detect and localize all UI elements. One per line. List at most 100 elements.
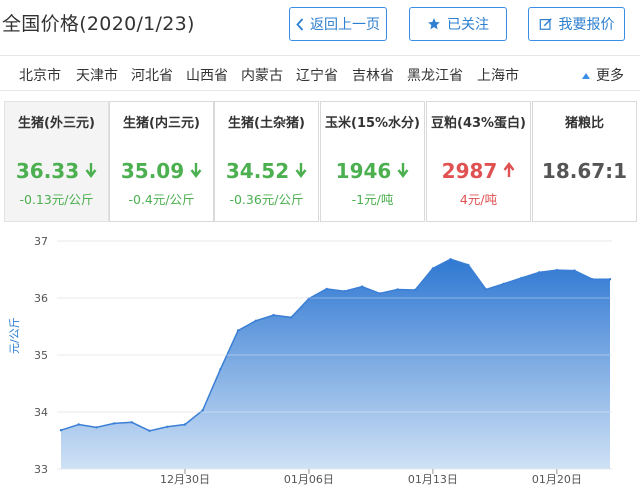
card-value: 35.09 bbox=[110, 159, 213, 183]
card-value: 2987 bbox=[427, 159, 530, 183]
data-point[interactable] bbox=[183, 423, 187, 426]
arrow-down-icon bbox=[85, 159, 97, 183]
region-item-heilongjiang[interactable]: 黑龙江省 bbox=[407, 65, 463, 85]
data-point[interactable] bbox=[520, 276, 523, 280]
edit-icon bbox=[539, 17, 553, 31]
region-item-beijing[interactable]: 北京市 bbox=[19, 65, 61, 85]
data-point[interactable] bbox=[290, 316, 293, 319]
follow-button[interactable]: 已关注 bbox=[409, 7, 507, 41]
arrow-down-icon bbox=[295, 159, 307, 183]
data-point[interactable] bbox=[449, 258, 452, 261]
data-point[interactable] bbox=[254, 319, 257, 322]
card-value-text: 35.09 bbox=[120, 159, 185, 183]
price-chart-svg: 33 34 35 36 37 12月30日 01月06日 01月13日 01月20日 bbox=[34, 235, 612, 486]
price-card-soybean-meal[interactable]: 豆粕(43%蛋白) 2987 4元/吨 bbox=[426, 101, 531, 222]
price-card-corn[interactable]: 玉米(15%水分) 1946 -1元/吨 bbox=[320, 101, 425, 222]
back-button[interactable]: 返回上一页 bbox=[289, 7, 387, 41]
price-card-pig-outer[interactable]: 生猪(外三元) 36.33 -0.13元/公斤 bbox=[4, 101, 109, 222]
data-point[interactable] bbox=[538, 271, 541, 274]
card-value: 34.52 bbox=[215, 159, 318, 183]
data-point[interactable] bbox=[112, 422, 116, 425]
card-value-text: 36.33 bbox=[15, 159, 80, 183]
price-card-pig-inner[interactable]: 生猪(内三元) 35.09 -0.4元/公斤 bbox=[109, 101, 214, 222]
card-name: 生猪(土杂猪) bbox=[228, 116, 305, 131]
y-tick-label: 36 bbox=[34, 292, 48, 305]
region-item-neimenggu[interactable]: 内蒙古 bbox=[241, 65, 283, 85]
data-point[interactable] bbox=[343, 290, 346, 293]
data-point[interactable] bbox=[467, 263, 470, 267]
x-tick-label: 01月20日 bbox=[532, 473, 582, 486]
data-point[interactable] bbox=[360, 285, 364, 288]
star-icon bbox=[427, 17, 441, 31]
data-point[interactable] bbox=[378, 292, 381, 295]
arrow-down-icon bbox=[190, 159, 202, 183]
data-point[interactable] bbox=[396, 288, 399, 291]
card-value-text: 2987 bbox=[441, 159, 498, 183]
price-card-pig-grain-ratio[interactable]: 猪粮比 18.67:1 bbox=[532, 101, 637, 222]
region-filter-bar: 北京市 天津市 河北省 山西省 内蒙古 辽宁省 吉林省 黑龙江省 上海市 更多 bbox=[0, 55, 640, 91]
data-point[interactable] bbox=[431, 267, 435, 270]
card-value-text: 18.67:1 bbox=[541, 159, 628, 183]
card-change: -0.36元/公斤 bbox=[229, 192, 304, 207]
data-point[interactable] bbox=[236, 329, 240, 332]
data-point[interactable] bbox=[130, 421, 133, 424]
back-button-label: 返回上一页 bbox=[310, 17, 380, 33]
follow-button-label: 已关注 bbox=[447, 17, 489, 33]
data-point[interactable] bbox=[608, 278, 612, 281]
region-item-jilin[interactable]: 吉林省 bbox=[352, 65, 394, 85]
data-point[interactable] bbox=[591, 278, 594, 281]
more-regions-button[interactable]: 更多 bbox=[582, 65, 624, 85]
card-value: 18.67:1 bbox=[533, 159, 636, 183]
card-name: 玉米(15%水分) bbox=[325, 116, 420, 131]
region-item-liaoning[interactable]: 辽宁省 bbox=[296, 65, 338, 85]
card-value: 1946 bbox=[321, 159, 424, 183]
page-title: 全国价格(2020/1/23) bbox=[2, 13, 195, 35]
card-value: 36.33 bbox=[5, 159, 108, 183]
price-chart: 33 34 35 36 37 12月30日 01月06日 01月13日 01月20日 bbox=[0, 226, 640, 494]
y-tick-label: 33 bbox=[34, 463, 48, 476]
arrow-down-icon bbox=[397, 159, 409, 183]
region-item-shanghai[interactable]: 上海市 bbox=[477, 65, 519, 85]
data-point[interactable] bbox=[272, 313, 275, 317]
data-point[interactable] bbox=[484, 288, 488, 291]
y-axis-label: 元/公斤 bbox=[8, 317, 21, 354]
region-item-shanxi[interactable]: 山西省 bbox=[186, 65, 228, 85]
report-price-button-label: 我要报价 bbox=[558, 17, 615, 33]
data-point[interactable] bbox=[148, 429, 151, 432]
data-point[interactable] bbox=[59, 429, 63, 432]
data-point[interactable] bbox=[95, 426, 98, 429]
card-value-text: 1946 bbox=[335, 159, 392, 183]
more-regions-label: 更多 bbox=[596, 68, 624, 84]
card-name: 豆粕(43%蛋白) bbox=[431, 116, 526, 131]
x-tick-label: 01月06日 bbox=[284, 473, 334, 486]
data-point[interactable] bbox=[201, 409, 204, 412]
data-point[interactable] bbox=[555, 268, 559, 272]
x-tick-label: 12月30日 bbox=[160, 473, 210, 486]
data-point[interactable] bbox=[166, 425, 169, 428]
data-point[interactable] bbox=[502, 282, 505, 285]
arrow-up-icon bbox=[503, 159, 515, 183]
triangle-up-icon bbox=[582, 67, 590, 83]
card-value-text: 34.52 bbox=[225, 159, 290, 183]
chevron-left-icon bbox=[296, 17, 304, 31]
card-change: 4元/吨 bbox=[459, 192, 498, 207]
data-point[interactable] bbox=[219, 368, 222, 371]
data-point[interactable] bbox=[77, 423, 80, 426]
y-tick-label: 34 bbox=[34, 406, 48, 419]
data-point[interactable] bbox=[414, 288, 417, 292]
x-tick-label: 01月13日 bbox=[408, 473, 458, 486]
data-point[interactable] bbox=[573, 269, 576, 272]
card-change: -0.13元/公斤 bbox=[19, 192, 94, 207]
card-name: 猪粮比 bbox=[564, 116, 604, 131]
region-item-tianjin[interactable]: 天津市 bbox=[76, 65, 118, 85]
card-change: -1元/吨 bbox=[351, 192, 394, 207]
card-change: -0.4元/公斤 bbox=[128, 192, 195, 207]
report-price-button[interactable]: 我要报价 bbox=[528, 7, 625, 41]
card-name: 生猪(内三元) bbox=[123, 116, 200, 131]
y-tick-label: 35 bbox=[34, 349, 48, 362]
y-tick-label: 37 bbox=[34, 235, 48, 248]
card-name: 生猪(外三元) bbox=[18, 116, 95, 131]
region-item-hebei[interactable]: 河北省 bbox=[131, 65, 173, 85]
price-card-pig-local[interactable]: 生猪(土杂猪) 34.52 -0.36元/公斤 bbox=[214, 101, 319, 222]
data-point[interactable] bbox=[325, 287, 328, 291]
